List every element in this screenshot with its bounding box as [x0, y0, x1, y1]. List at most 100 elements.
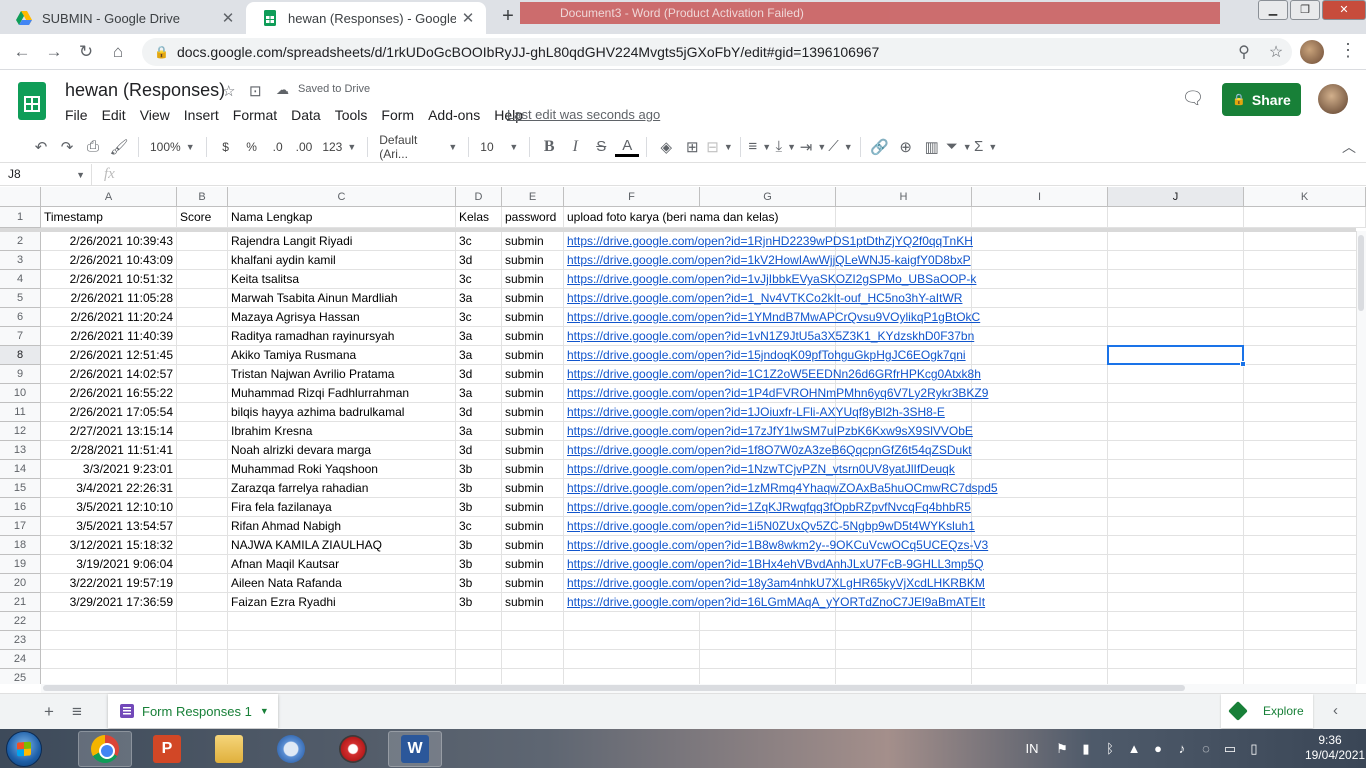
- table-cell[interactable]: [228, 650, 456, 669]
- italic-button[interactable]: I: [563, 135, 587, 159]
- selected-cell[interactable]: [1107, 345, 1244, 365]
- table-cell[interactable]: 3/4/2021 22:26:31: [41, 479, 177, 498]
- table-cell[interactable]: [1244, 251, 1366, 270]
- table-cell[interactable]: [700, 669, 836, 684]
- row-header[interactable]: 24: [0, 650, 41, 669]
- last-edit-link[interactable]: Last edit was seconds ago: [507, 107, 660, 122]
- table-cell[interactable]: [1244, 631, 1366, 650]
- header-cell[interactable]: Kelas: [456, 207, 502, 228]
- table-cell[interactable]: submin: [502, 251, 564, 270]
- document-title[interactable]: hewan (Responses): [65, 80, 225, 101]
- taskbar-clock[interactable]: 9:36 19/04/2021: [1305, 733, 1365, 763]
- table-cell[interactable]: submin: [502, 574, 564, 593]
- header-cell[interactable]: [972, 207, 1108, 228]
- link-cell[interactable]: https://drive.google.com/open?id=1JOiuxf…: [564, 403, 945, 422]
- horizontal-scroll-thumb[interactable]: [43, 685, 1185, 691]
- menu-data[interactable]: Data: [284, 105, 328, 125]
- table-cell[interactable]: [177, 498, 228, 517]
- column-header[interactable]: I: [972, 187, 1108, 207]
- table-cell[interactable]: 3a: [456, 346, 502, 365]
- table-cell[interactable]: [972, 631, 1108, 650]
- row-header[interactable]: 5: [0, 289, 41, 308]
- filter-icon[interactable]: ⏷ ▼: [946, 135, 972, 159]
- link-cell[interactable]: https://drive.google.com/open?id=1BHx4eh…: [564, 555, 984, 574]
- link-cell[interactable]: https://drive.google.com/open?id=1RjnHD2…: [564, 232, 973, 251]
- table-cell[interactable]: [1108, 669, 1244, 684]
- table-cell[interactable]: [1244, 669, 1366, 684]
- close-tab-icon[interactable]: ✕: [456, 9, 480, 27]
- link-cell[interactable]: https://drive.google.com/open?id=1kV2How…: [564, 251, 971, 270]
- add-sheet-button[interactable]: +: [38, 701, 60, 723]
- move-folder-icon[interactable]: ⊡: [249, 82, 262, 100]
- table-cell[interactable]: [972, 251, 1108, 270]
- insert-comment-icon[interactable]: ⊕: [894, 135, 918, 159]
- table-cell[interactable]: [1244, 232, 1366, 251]
- table-cell[interactable]: [41, 612, 177, 631]
- column-header[interactable]: F: [564, 187, 700, 207]
- table-cell[interactable]: 3/12/2021 15:18:32: [41, 536, 177, 555]
- undo-icon[interactable]: ↶: [29, 135, 53, 159]
- table-cell[interactable]: submin: [502, 422, 564, 441]
- action-center-icon[interactable]: ⚑: [1050, 741, 1074, 757]
- table-cell[interactable]: 3/5/2021 13:54:57: [41, 517, 177, 536]
- table-cell[interactable]: [177, 270, 228, 289]
- table-cell[interactable]: Ibrahim Kresna: [228, 422, 456, 441]
- column-header[interactable]: E: [502, 187, 564, 207]
- table-cell[interactable]: [1108, 422, 1244, 441]
- display-icon[interactable]: ▭: [1218, 741, 1242, 757]
- table-cell[interactable]: [972, 308, 1108, 327]
- table-cell[interactable]: 3b: [456, 593, 502, 612]
- menu-tools[interactable]: Tools: [328, 105, 375, 125]
- table-cell[interactable]: 3d: [456, 251, 502, 270]
- side-panel-toggle-icon[interactable]: ‹: [1333, 702, 1338, 719]
- table-cell[interactable]: [836, 612, 972, 631]
- table-cell[interactable]: [1108, 460, 1244, 479]
- merge-cells-icon[interactable]: ⊟ ▼: [706, 135, 733, 159]
- table-cell[interactable]: [972, 346, 1108, 365]
- table-cell[interactable]: 3b: [456, 460, 502, 479]
- table-cell[interactable]: 2/26/2021 10:43:09: [41, 251, 177, 270]
- column-header[interactable]: K: [1244, 187, 1366, 207]
- link-cell[interactable]: https://drive.google.com/open?id=15jndoq…: [564, 346, 966, 365]
- link-cell[interactable]: https://drive.google.com/open?id=1vN1Z9J…: [564, 327, 974, 346]
- table-cell[interactable]: [228, 612, 456, 631]
- table-cell[interactable]: [972, 232, 1108, 251]
- table-cell[interactable]: [177, 460, 228, 479]
- table-cell[interactable]: [1244, 441, 1366, 460]
- header-cell[interactable]: [836, 207, 972, 228]
- star-icon[interactable]: ☆: [222, 82, 235, 100]
- table-cell[interactable]: [177, 650, 228, 669]
- table-cell[interactable]: [177, 346, 228, 365]
- row-header[interactable]: 17: [0, 517, 41, 536]
- table-cell[interactable]: [1244, 498, 1366, 517]
- table-cell[interactable]: [177, 517, 228, 536]
- table-cell[interactable]: [177, 403, 228, 422]
- table-cell[interactable]: 3b: [456, 574, 502, 593]
- row-header[interactable]: 7: [0, 327, 41, 346]
- table-cell[interactable]: 3c: [456, 308, 502, 327]
- table-cell[interactable]: Aileen Nata Rafanda: [228, 574, 456, 593]
- zoom-select[interactable]: 100% ▼: [146, 135, 199, 159]
- table-cell[interactable]: Muhammad Roki Yaqshoon: [228, 460, 456, 479]
- sheet-tab-form-responses[interactable]: Form Responses 1 ▼: [108, 694, 278, 728]
- table-cell[interactable]: [1244, 612, 1366, 631]
- browser-menu-icon[interactable]: ⋮: [1338, 40, 1358, 64]
- sheets-logo-icon[interactable]: [18, 82, 46, 120]
- fill-handle[interactable]: [1240, 361, 1246, 367]
- start-button[interactable]: [6, 731, 42, 767]
- table-cell[interactable]: submin: [502, 441, 564, 460]
- link-cell[interactable]: https://drive.google.com/open?id=17zJfY1…: [564, 422, 973, 441]
- table-cell[interactable]: submin: [502, 498, 564, 517]
- table-cell[interactable]: submin: [502, 555, 564, 574]
- link-cell[interactable]: https://drive.google.com/open?id=1zMRmq4…: [564, 479, 998, 498]
- table-cell[interactable]: [1108, 308, 1244, 327]
- functions-button[interactable]: Σ ▼: [974, 135, 998, 159]
- table-cell[interactable]: Faizan Ezra Ryadhi: [228, 593, 456, 612]
- table-cell[interactable]: [1108, 479, 1244, 498]
- row-header[interactable]: 11: [0, 403, 41, 422]
- browser-profile-avatar[interactable]: [1300, 40, 1324, 64]
- forward-arrow-icon[interactable]: →: [42, 40, 66, 64]
- row-header[interactable]: 14: [0, 460, 41, 479]
- table-cell[interactable]: 3a: [456, 384, 502, 403]
- table-cell[interactable]: [1108, 593, 1244, 612]
